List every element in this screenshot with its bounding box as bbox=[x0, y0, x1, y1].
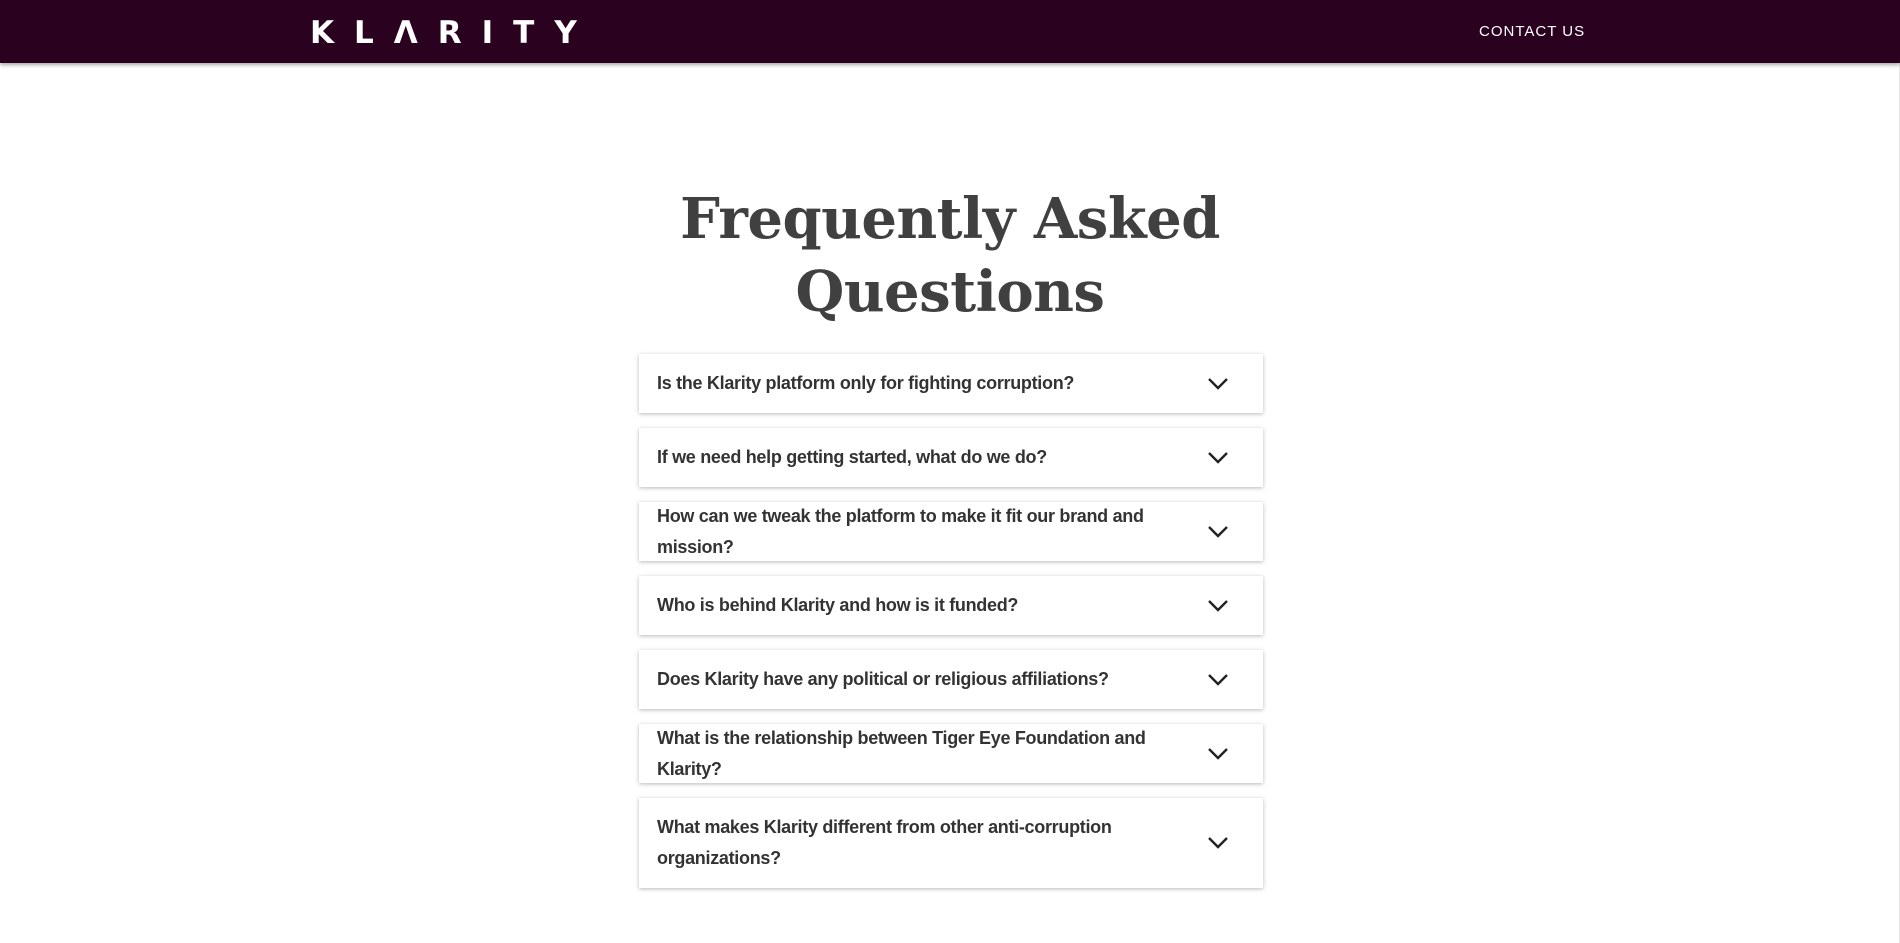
klarity-logo[interactable]: KLΛRITY bbox=[310, 17, 597, 49]
chevron-down-icon bbox=[1208, 837, 1228, 849]
chevron-down-icon bbox=[1208, 673, 1228, 686]
chevron-down-icon bbox=[1208, 599, 1228, 612]
faq-item-7[interactable]: What makes Klarity different from other … bbox=[639, 798, 1263, 888]
faq-question: Does Klarity have any political or relig… bbox=[657, 669, 1109, 689]
contact-us-link[interactable]: CONTACT US bbox=[1479, 22, 1585, 41]
chevron-down-icon bbox=[1208, 377, 1228, 390]
faq-question: How can we tweak the platform to make it… bbox=[657, 505, 1144, 557]
faq-item-2[interactable]: If we need help getting started, what do… bbox=[639, 428, 1263, 487]
faq-item-6[interactable]: What is the relationship between Tiger E… bbox=[639, 724, 1263, 783]
faq-question: Is the Klarity platform only for fightin… bbox=[657, 373, 1075, 393]
faq-item-3[interactable]: How can we tweak the platform to make it… bbox=[639, 502, 1263, 561]
faq-item-4[interactable]: Who is behind Klarity and how is it fund… bbox=[639, 576, 1263, 635]
faq-question: What makes Klarity different from other … bbox=[657, 817, 1112, 868]
chevron-down-icon bbox=[1208, 451, 1228, 464]
top-navigation-bar: KLΛRITY CONTACT US bbox=[0, 0, 1900, 63]
faq-question: Who is behind Klarity and how is it fund… bbox=[657, 595, 1019, 615]
chevron-down-icon bbox=[1208, 525, 1228, 538]
page-title: Frequently Asked Questions bbox=[680, 186, 1220, 325]
faq-question: What is the relationship between Tiger E… bbox=[657, 727, 1146, 779]
faq-question: If we need help getting started, what do… bbox=[657, 447, 1047, 467]
chevron-down-icon bbox=[1208, 747, 1228, 760]
faq-item-5[interactable]: Does Klarity have any political or relig… bbox=[639, 650, 1263, 709]
faq-item-1[interactable]: Is the Klarity platform only for fightin… bbox=[639, 354, 1263, 413]
